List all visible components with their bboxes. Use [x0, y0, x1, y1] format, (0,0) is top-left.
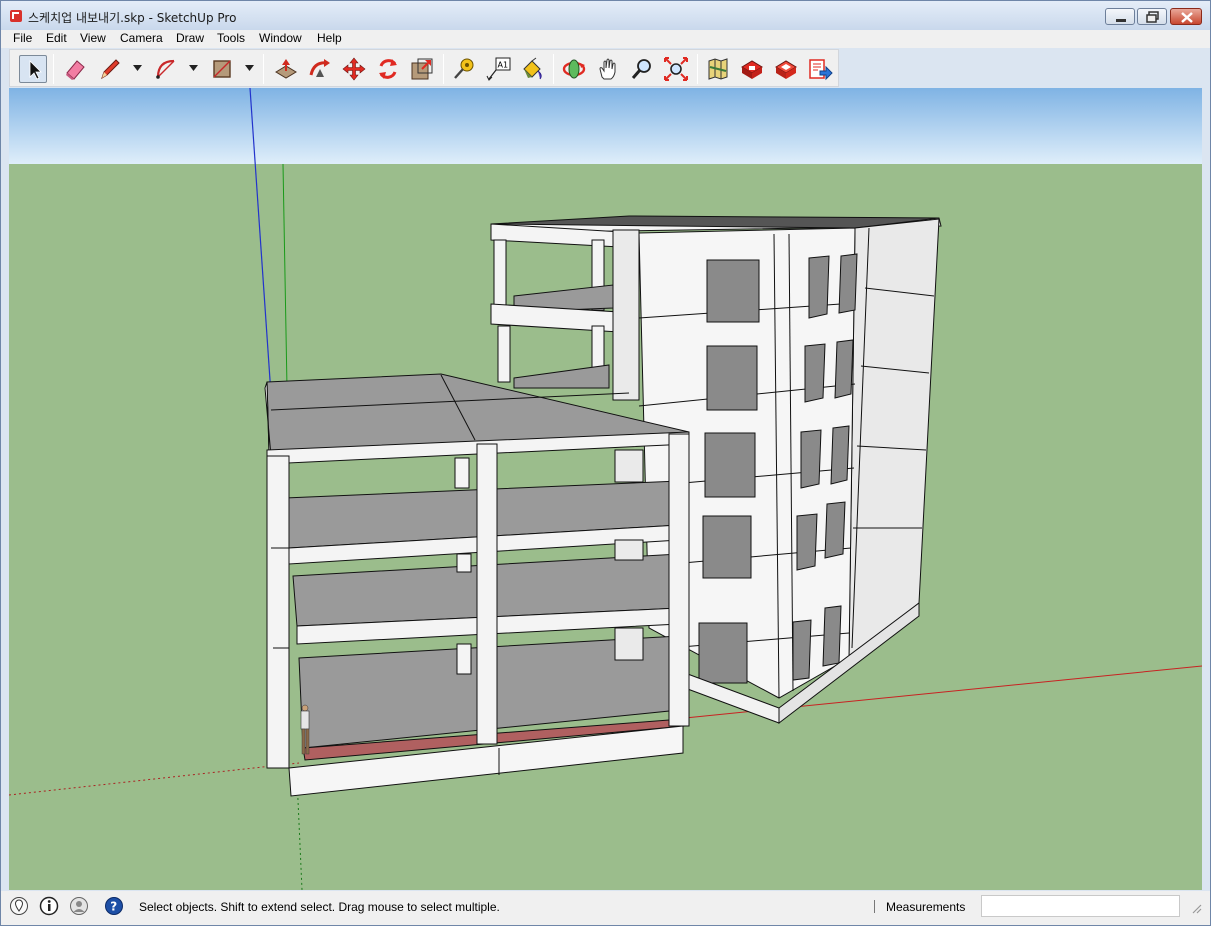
close-icon	[1181, 12, 1193, 23]
window-title: 스케치업 내보내기.skp - SketchUp Pro	[28, 11, 237, 25]
minimize-button[interactable]	[1105, 8, 1135, 25]
eraser-icon	[66, 60, 85, 80]
pencil-tool-button[interactable]	[96, 55, 124, 83]
restore-icon	[1146, 11, 1159, 23]
paint-bucket-icon	[523, 57, 542, 80]
arc-tool-button[interactable]	[152, 55, 180, 83]
sketchup-window: 스케치업 내보내기.skp - SketchUp Pro File Edit V…	[0, 0, 1211, 926]
measurements-input[interactable]	[981, 895, 1180, 917]
push-pull-icon	[275, 59, 297, 79]
toolbar-separator	[443, 54, 444, 84]
3d-warehouse-tool-button[interactable]	[704, 55, 732, 83]
pencil-dropdown-arrow-icon[interactable]	[133, 65, 142, 71]
toolbar-separator	[53, 54, 54, 84]
text-label-icon: A1	[486, 57, 511, 81]
close-button[interactable]	[1170, 8, 1202, 25]
toolbar-separator	[263, 54, 264, 84]
help-icon[interactable]: ?	[104, 896, 124, 916]
geo-location-icon[interactable]	[9, 896, 29, 916]
move-tool-button[interactable]	[340, 55, 368, 83]
toolbar-separator	[553, 54, 554, 84]
warehouse-icon	[741, 60, 763, 79]
3d-drawing-viewport[interactable]	[9, 88, 1202, 890]
toolbar-separator	[697, 54, 698, 84]
scale-tool-button[interactable]	[408, 55, 436, 83]
menu-help[interactable]: Help	[317, 31, 342, 45]
pan-tool-button[interactable]	[594, 55, 622, 83]
scale-figure-person	[300, 704, 310, 755]
sketchup-app-icon	[10, 10, 22, 22]
pencil-icon	[101, 59, 120, 80]
title-bar[interactable]: 스케치업 내보내기.skp - SketchUp Pro	[1, 1, 1210, 30]
arrow-cursor-icon	[29, 60, 42, 80]
tape-measure-tool-button[interactable]	[450, 55, 478, 83]
rectangle-tool-button[interactable]	[208, 55, 236, 83]
sky	[9, 88, 1202, 164]
menu-file[interactable]: File	[13, 31, 32, 45]
menu-window[interactable]: Window	[259, 31, 302, 45]
low-building	[264, 373, 690, 797]
send-to-layout-tool-button[interactable]	[806, 55, 834, 83]
menu-edit[interactable]: Edit	[46, 31, 67, 45]
red-box-icon	[775, 60, 797, 79]
extension-warehouse-tool-button[interactable]	[738, 55, 766, 83]
measurements-label: Measurements	[886, 900, 966, 914]
push-pull-tool-button[interactable]	[272, 55, 300, 83]
user-account-icon[interactable]	[69, 896, 89, 916]
select-tool-button[interactable]	[19, 55, 47, 83]
resize-grip-icon[interactable]	[1191, 903, 1203, 915]
map-icon	[708, 58, 728, 80]
svg-text:A1: A1	[498, 61, 509, 70]
orbit-icon	[562, 59, 586, 79]
rotate-icon	[379, 59, 397, 79]
hand-pan-icon	[599, 58, 616, 80]
rotate-tool-button[interactable]	[374, 55, 402, 83]
menu-draw[interactable]: Draw	[176, 31, 204, 45]
menu-tools[interactable]: Tools	[217, 31, 245, 45]
rectangle-icon	[213, 60, 231, 78]
large-tool-set-toolbar: A1	[9, 49, 839, 87]
menu-view[interactable]: View	[80, 31, 106, 45]
layout-tool-button[interactable]	[772, 55, 800, 83]
minimize-icon	[1116, 19, 1126, 22]
magnifier-icon	[631, 59, 651, 79]
tape-measure-icon	[454, 58, 474, 79]
orbit-tool-button[interactable]	[560, 55, 588, 83]
restore-button[interactable]	[1137, 8, 1167, 25]
menu-camera[interactable]: Camera	[120, 31, 163, 45]
menu-bar: File Edit View Camera Draw Tools Window …	[1, 30, 1210, 48]
text-tool-button[interactable]: A1	[484, 55, 512, 83]
send-to-layout-icon	[809, 59, 833, 81]
follow-me-icon	[309, 59, 330, 77]
status-divider	[874, 900, 875, 913]
zoom-extents-icon	[664, 57, 688, 81]
status-bar: ? Select objects. Shift to extend select…	[1, 891, 1210, 925]
move-icon	[342, 57, 366, 81]
scale-icon	[411, 58, 433, 80]
svg-text:?: ?	[110, 900, 117, 914]
paint-bucket-tool-button[interactable]	[518, 55, 546, 83]
follow-me-tool-button[interactable]	[306, 55, 334, 83]
eraser-tool-button[interactable]	[61, 55, 89, 83]
model-scene[interactable]	[9, 88, 1202, 890]
arc-dropdown-arrow-icon[interactable]	[189, 65, 198, 71]
zoom-extents-tool-button[interactable]	[662, 55, 690, 83]
status-hint: Select objects. Shift to extend select. …	[139, 900, 500, 914]
credits-info-icon[interactable]	[39, 896, 59, 916]
arc-icon	[156, 59, 175, 79]
rectangle-dropdown-arrow-icon[interactable]	[245, 65, 254, 71]
zoom-tool-button[interactable]	[628, 55, 656, 83]
